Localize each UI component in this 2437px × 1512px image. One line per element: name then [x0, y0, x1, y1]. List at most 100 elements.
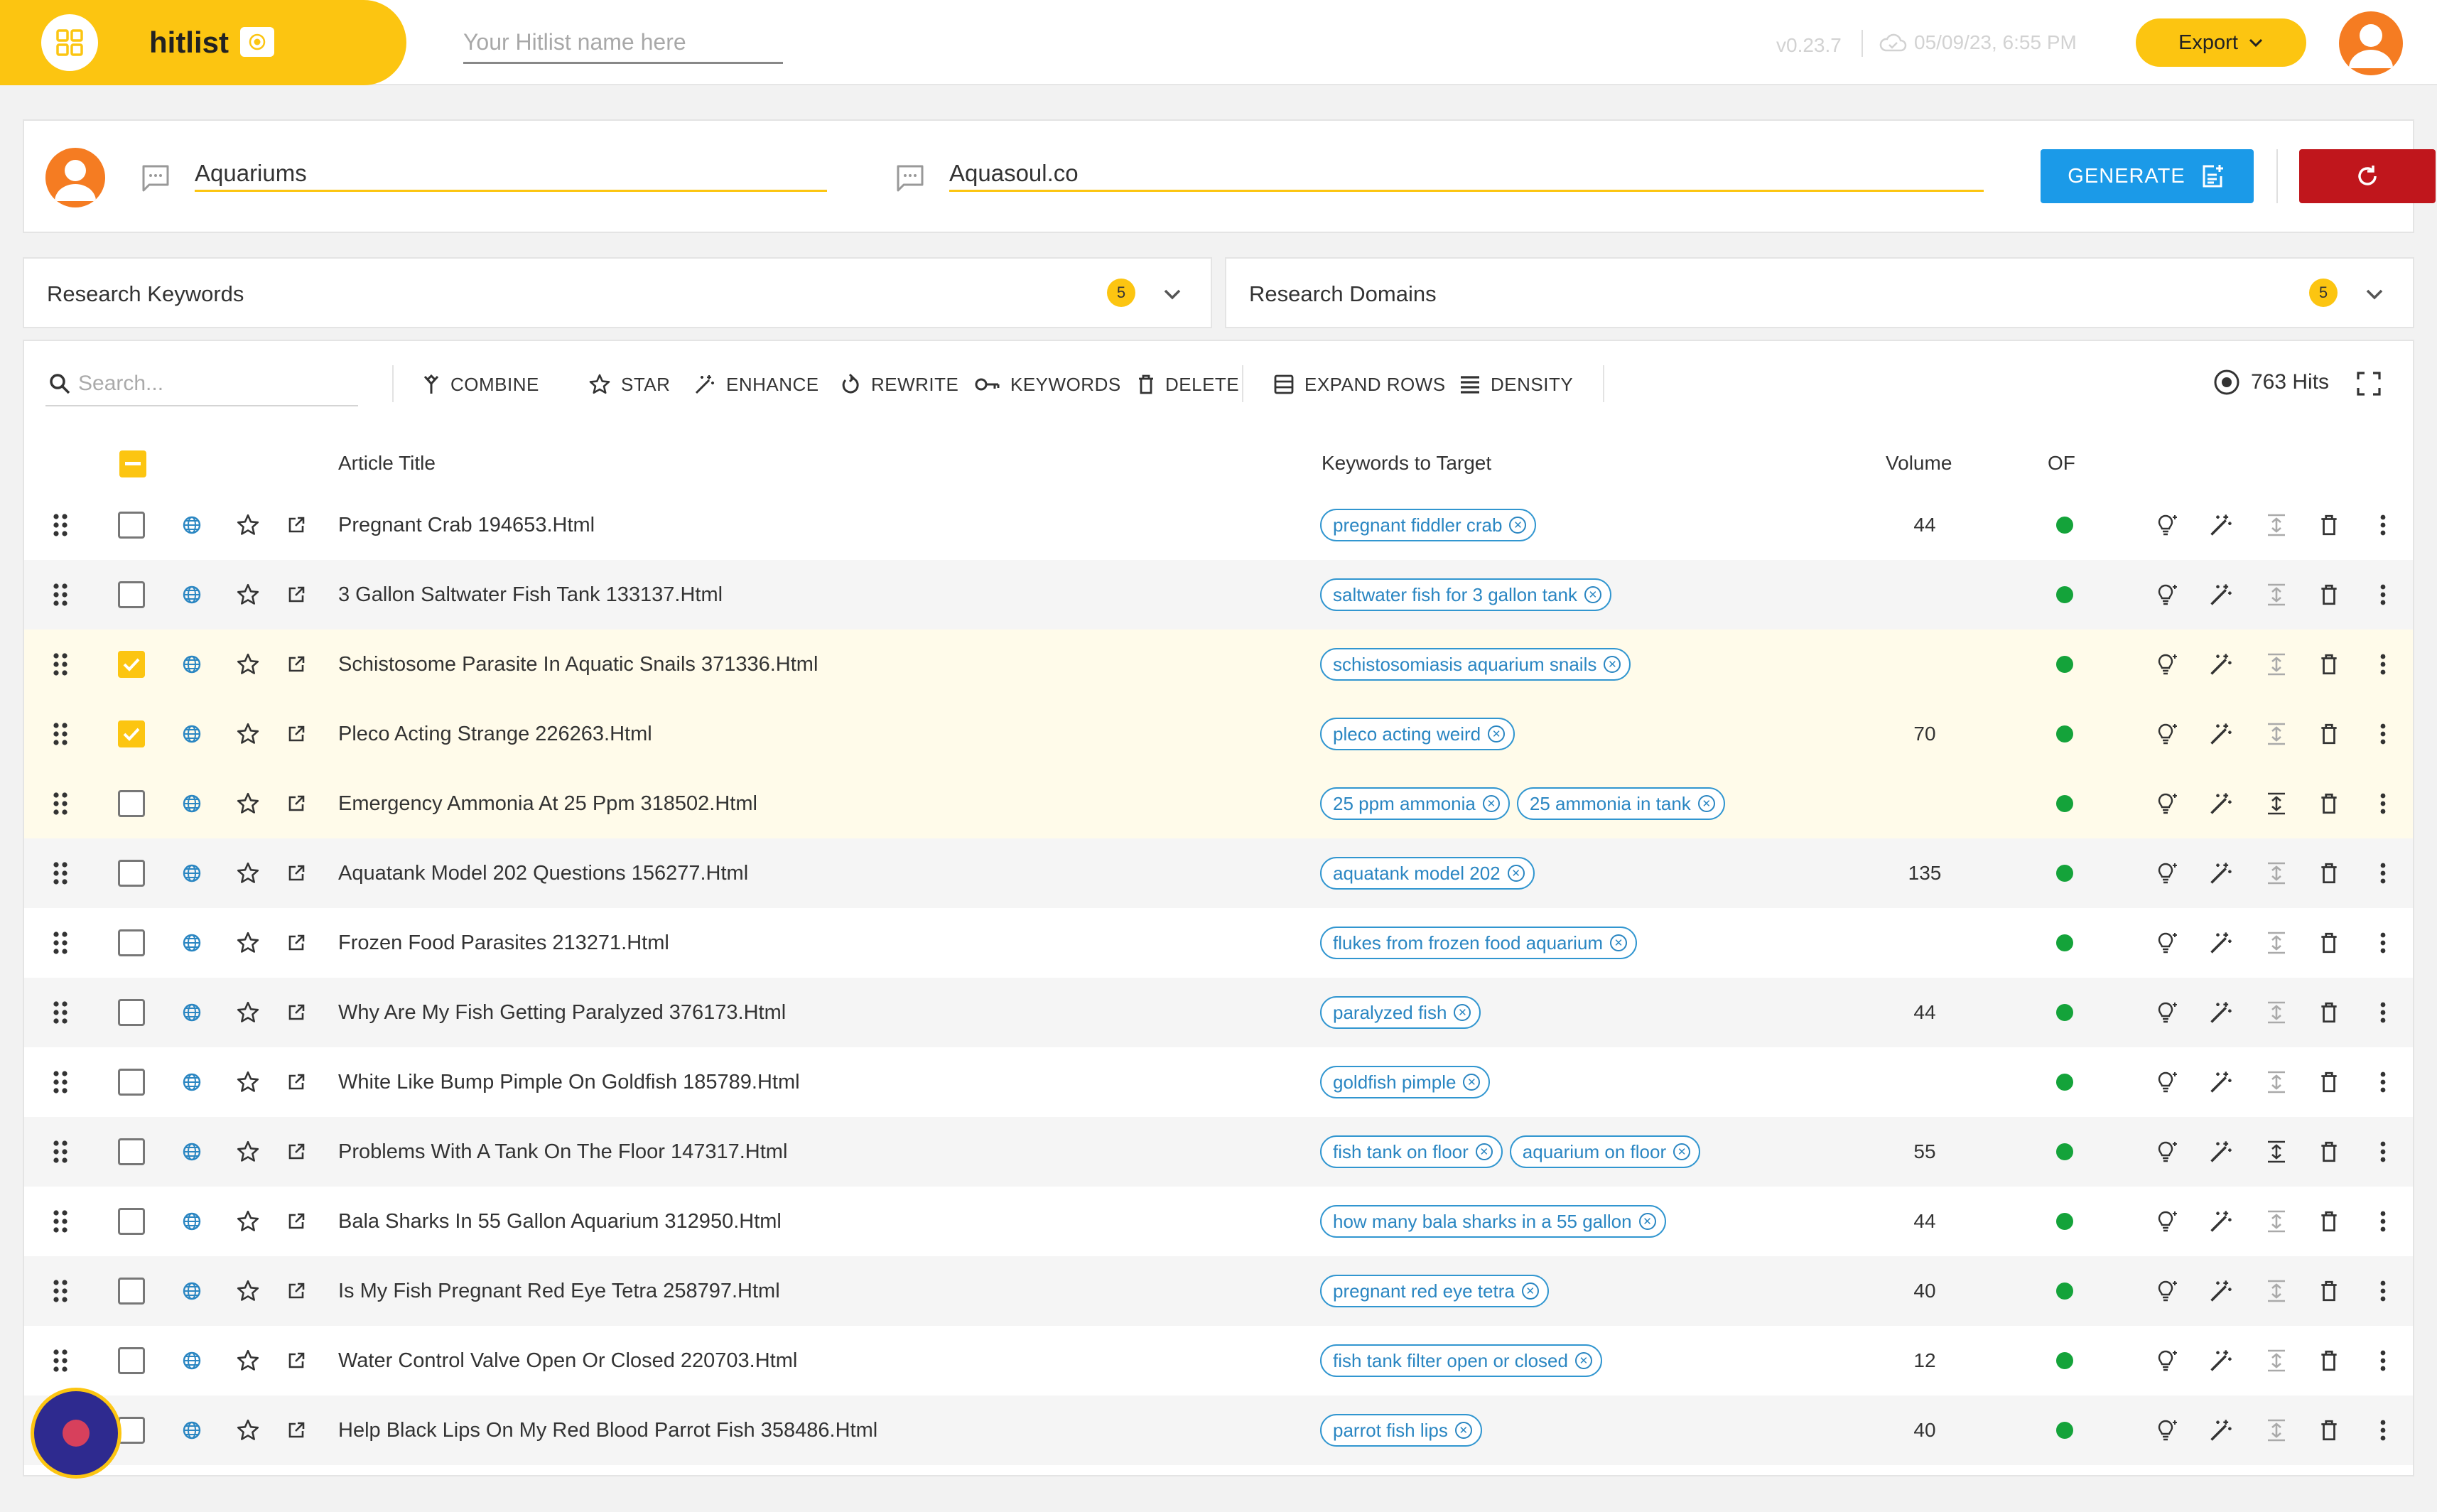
- trash-icon[interactable]: [2313, 1187, 2345, 1256]
- article-title[interactable]: Emergency Ammonia At 25 Ppm 318502.Html: [338, 769, 757, 838]
- row-checkbox[interactable]: [118, 581, 145, 608]
- keyword-chip[interactable]: aquarium on floor ✕: [1509, 1135, 1701, 1168]
- globe-icon[interactable]: [182, 560, 202, 630]
- table-row[interactable]: Help Black Lips On My Red Blood Parrot F…: [24, 1395, 2413, 1465]
- drag-handle-icon[interactable]: [53, 838, 68, 908]
- keyword-chip[interactable]: 25 ammonia in tank ✕: [1516, 787, 1725, 820]
- magic-wand-icon[interactable]: [2205, 769, 2237, 838]
- more-vert-icon[interactable]: [2367, 1395, 2399, 1465]
- open-external-icon[interactable]: [287, 1326, 306, 1395]
- magic-wand-icon[interactable]: [2205, 1047, 2237, 1117]
- expand-row-icon[interactable]: [2261, 560, 2292, 630]
- table-row[interactable]: Is My Fish Pregnant Red Eye Tetra 258797…: [24, 1256, 2413, 1326]
- star-icon[interactable]: [236, 1187, 260, 1256]
- expand-row-icon[interactable]: [2261, 699, 2292, 769]
- article-title[interactable]: Problems With A Tank On The Floor 147317…: [338, 1117, 787, 1187]
- expand-row-icon[interactable]: [2261, 769, 2292, 838]
- article-title[interactable]: Water Control Valve Open Or Closed 22070…: [338, 1326, 797, 1395]
- delete-button[interactable]: DELETE: [1137, 369, 1239, 399]
- more-vert-icon[interactable]: [2367, 1047, 2399, 1117]
- star-icon[interactable]: [236, 699, 260, 769]
- expand-row-icon[interactable]: [2261, 978, 2292, 1047]
- row-checkbox[interactable]: [118, 860, 145, 887]
- more-vert-icon[interactable]: [2367, 838, 2399, 908]
- more-vert-icon[interactable]: [2367, 908, 2399, 978]
- keyword-chip[interactable]: goldfish pimple ✕: [1320, 1066, 1491, 1098]
- open-external-icon[interactable]: [287, 978, 306, 1047]
- open-external-icon[interactable]: [287, 560, 306, 630]
- row-checkbox[interactable]: [118, 1138, 145, 1165]
- trash-icon[interactable]: [2313, 560, 2345, 630]
- keyword-chip[interactable]: fish tank filter open or closed ✕: [1320, 1344, 1602, 1377]
- keywords-button[interactable]: KEYWORDS: [975, 369, 1121, 399]
- magic-wand-icon[interactable]: [2205, 838, 2237, 908]
- magic-wand-icon[interactable]: [2205, 699, 2237, 769]
- header-volume[interactable]: Volume: [1886, 452, 1952, 475]
- star-icon[interactable]: [236, 630, 260, 699]
- expand-row-icon[interactable]: [2261, 1326, 2292, 1395]
- star-icon[interactable]: [236, 560, 260, 630]
- open-external-icon[interactable]: [287, 699, 306, 769]
- star-icon[interactable]: [236, 490, 260, 560]
- magic-wand-icon[interactable]: [2205, 490, 2237, 560]
- topic-field[interactable]: [195, 149, 827, 192]
- drag-handle-icon[interactable]: [53, 1047, 68, 1117]
- header-keywords[interactable]: Keywords to Target: [1322, 452, 1491, 475]
- expand-row-icon[interactable]: [2261, 1395, 2292, 1465]
- open-external-icon[interactable]: [287, 1047, 306, 1117]
- row-checkbox[interactable]: [118, 1417, 145, 1444]
- expand-row-icon[interactable]: [2261, 908, 2292, 978]
- table-row[interactable]: Why Are My Fish Getting Paralyzed 376173…: [24, 978, 2413, 1047]
- more-vert-icon[interactable]: [2367, 490, 2399, 560]
- drag-handle-icon[interactable]: [53, 630, 68, 699]
- magic-wand-icon[interactable]: [2205, 1187, 2237, 1256]
- star-icon[interactable]: [236, 908, 260, 978]
- row-checkbox[interactable]: [118, 720, 145, 747]
- magic-wand-icon[interactable]: [2205, 1256, 2237, 1326]
- lightbulb-icon[interactable]: [2152, 1395, 2183, 1465]
- lightbulb-icon[interactable]: [2152, 699, 2183, 769]
- trash-icon[interactable]: [2313, 1047, 2345, 1117]
- trash-icon[interactable]: [2313, 978, 2345, 1047]
- remove-keyword-icon[interactable]: ✕: [1454, 1422, 1472, 1439]
- fullscreen-icon[interactable]: [2356, 371, 2382, 396]
- chevron-down-icon[interactable]: [1158, 280, 1187, 308]
- row-checkbox[interactable]: [118, 651, 145, 678]
- remove-keyword-icon[interactable]: ✕: [1475, 1143, 1493, 1160]
- remove-keyword-icon[interactable]: ✕: [1509, 517, 1527, 534]
- remove-keyword-icon[interactable]: ✕: [1482, 795, 1500, 812]
- table-row[interactable]: 3 Gallon Saltwater Fish Tank 133137.Html…: [24, 560, 2413, 630]
- expand-row-icon[interactable]: [2261, 838, 2292, 908]
- trash-icon[interactable]: [2313, 490, 2345, 560]
- chevron-down-icon[interactable]: [2360, 280, 2389, 308]
- remove-keyword-icon[interactable]: ✕: [1488, 725, 1506, 742]
- expand-row-icon[interactable]: [2261, 1047, 2292, 1117]
- globe-icon[interactable]: [182, 1187, 202, 1256]
- table-row[interactable]: Emergency Ammonia At 25 Ppm 318502.Html 2…: [24, 769, 2413, 838]
- row-checkbox[interactable]: [118, 1278, 145, 1305]
- more-vert-icon[interactable]: [2367, 1117, 2399, 1187]
- magic-wand-icon[interactable]: [2205, 560, 2237, 630]
- star-icon[interactable]: [236, 769, 260, 838]
- domain-field[interactable]: [949, 149, 1984, 192]
- row-checkbox[interactable]: [118, 790, 145, 817]
- magic-wand-icon[interactable]: [2205, 1117, 2237, 1187]
- lightbulb-icon[interactable]: [2152, 560, 2183, 630]
- article-title[interactable]: Pleco Acting Strange 226263.Html: [338, 699, 652, 769]
- drag-handle-icon[interactable]: [53, 1187, 68, 1256]
- globe-icon[interactable]: [182, 630, 202, 699]
- drag-handle-icon[interactable]: [53, 1326, 68, 1395]
- combine-button[interactable]: COMBINE: [422, 369, 539, 399]
- keyword-chip[interactable]: how many bala sharks in a 55 gallon ✕: [1320, 1205, 1666, 1238]
- globe-icon[interactable]: [182, 1256, 202, 1326]
- rewrite-button[interactable]: REWRITE: [840, 369, 958, 399]
- globe-icon[interactable]: [182, 769, 202, 838]
- more-vert-icon[interactable]: [2367, 1256, 2399, 1326]
- table-row[interactable]: Schistosome Parasite In Aquatic Snails 3…: [24, 630, 2413, 699]
- keyword-chip[interactable]: pregnant fiddler crab ✕: [1320, 509, 1537, 541]
- globe-icon[interactable]: [182, 908, 202, 978]
- article-title[interactable]: Bala Sharks In 55 Gallon Aquarium 312950…: [338, 1187, 782, 1256]
- drag-handle-icon[interactable]: [53, 908, 68, 978]
- open-external-icon[interactable]: [287, 1256, 306, 1326]
- table-row[interactable]: Bala Sharks In 55 Gallon Aquarium 312950…: [24, 1187, 2413, 1256]
